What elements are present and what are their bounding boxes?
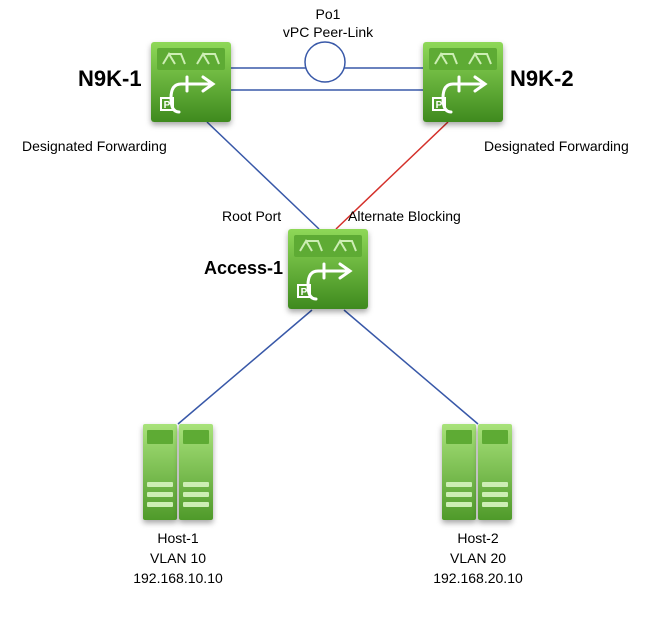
host2: [442, 424, 512, 520]
svg-text:P: P: [301, 287, 308, 298]
link-access-host2: [344, 310, 478, 424]
links-layer: [0, 0, 658, 621]
svg-text:P: P: [164, 100, 171, 111]
n9k1-state: Designated Forwarding: [22, 138, 167, 154]
access-right-state: Alternate Blocking: [348, 208, 461, 224]
host2-vlan: VLAN 20: [450, 550, 506, 566]
host1-vlan: VLAN 10: [150, 550, 206, 566]
host1-ip: 192.168.10.10: [133, 570, 223, 586]
po1-label: Po1: [316, 6, 341, 22]
host1: [143, 424, 213, 520]
n9k1-name: N9K-1: [78, 66, 142, 92]
host1-name: Host-1: [157, 530, 198, 546]
switch-access1: P: [288, 229, 368, 309]
portchannel-circle-icon: [305, 42, 345, 82]
diagram-stage: { "topology": { "po1": "Po1", "peer_link…: [0, 0, 658, 621]
access-name: Access-1: [204, 258, 283, 279]
n9k2-name: N9K-2: [510, 66, 574, 92]
host2-ip: 192.168.20.10: [433, 570, 523, 586]
link-access-host1: [178, 310, 312, 424]
layer3-switch-icon: P: [296, 261, 360, 303]
peer-link-label: vPC Peer-Link: [283, 24, 373, 40]
switch-n9k1: P: [151, 42, 231, 122]
access-left-state: Root Port: [222, 208, 281, 224]
svg-text:P: P: [436, 100, 443, 111]
n9k2-state: Designated Forwarding: [484, 138, 629, 154]
layer3-switch-icon: P: [159, 74, 223, 116]
layer3-switch-icon: P: [431, 74, 495, 116]
host2-name: Host-2: [457, 530, 498, 546]
switch-n9k2: P: [423, 42, 503, 122]
